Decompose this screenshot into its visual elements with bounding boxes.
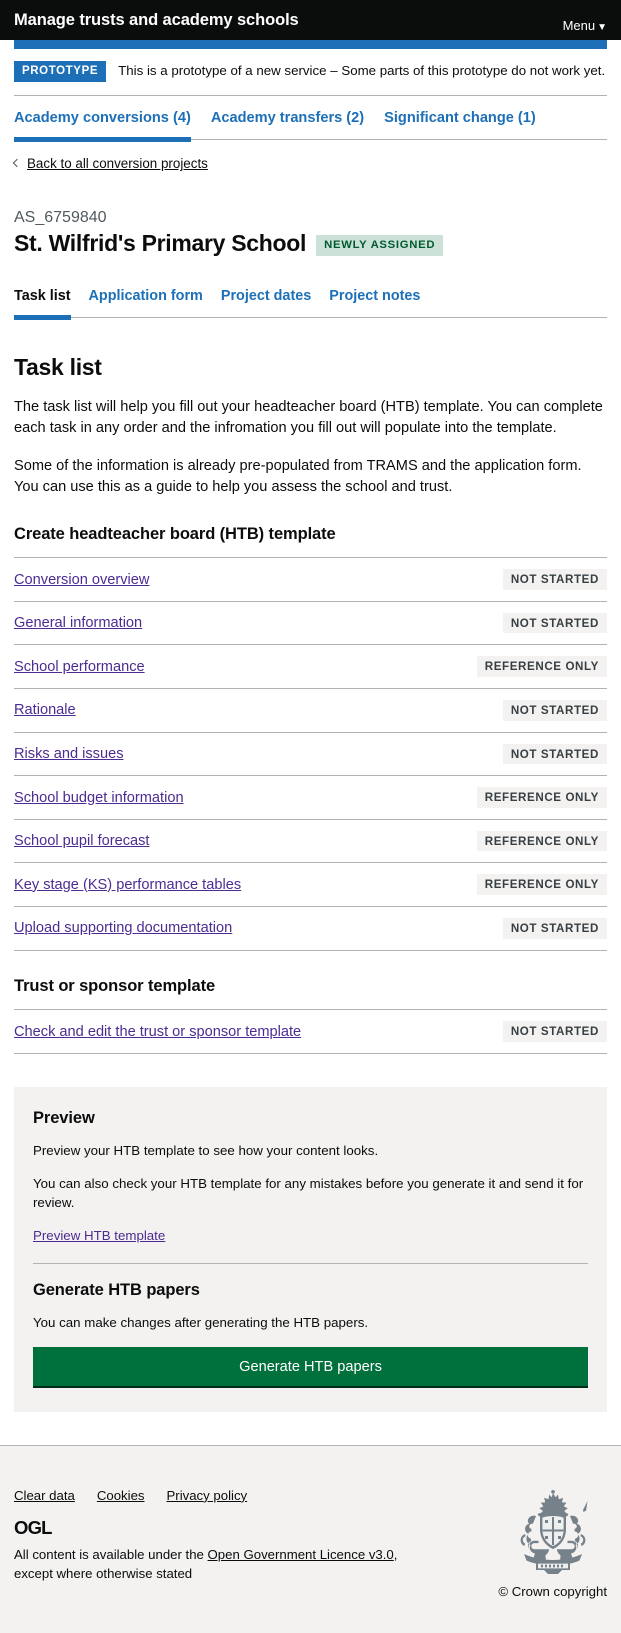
footer-left-column: Clear data Cookies Privacy policy OGL Al… — [14, 1488, 484, 1583]
phase-banner: PROTOTYPE This is a prototype of a new s… — [14, 49, 607, 96]
phase-banner-text: This is a prototype of a new service – S… — [118, 63, 606, 79]
task-link-risks-and-issues[interactable]: Risks and issues — [14, 746, 124, 762]
back-link-row: Back to all conversion projects — [12, 140, 607, 172]
chevron-left-icon — [12, 158, 22, 167]
intro-paragraph-1: The task list will help you fill out you… — [14, 399, 603, 437]
footer-licence-text: All content is available under the Open … — [14, 1546, 434, 1583]
blue-accent-strip — [14, 40, 607, 49]
project-tabs: Task list Application form Project dates… — [14, 288, 607, 321]
table-row: School performance REFERENCE ONLY — [14, 645, 607, 690]
preview-heading: Preview — [33, 1108, 95, 1127]
blue-accent-strip-wrapper — [0, 40, 621, 49]
crown-copyright-label: © Crown copyright — [498, 1583, 607, 1599]
trust-section-heading: Trust or sponsor template — [14, 976, 216, 995]
status-badge: NOT STARTED — [502, 700, 607, 721]
status-badge: NOT STARTED — [502, 569, 607, 590]
licence-prefix: All content is available under the — [14, 1547, 208, 1563]
service-name: Manage trusts and academy schools — [14, 10, 299, 29]
task-list-heading: Task list — [14, 354, 102, 381]
generate-heading: Generate HTB papers — [33, 1280, 200, 1299]
generate-paragraph: You can make changes after generating th… — [33, 1314, 369, 1330]
chevron-down-icon: ▼ — [597, 21, 607, 33]
task-link-conversion-overview[interactable]: Conversion overview — [14, 572, 149, 588]
status-badge: REFERENCE ONLY — [476, 874, 607, 896]
status-badge: REFERENCE ONLY — [476, 787, 607, 808]
table-row: Check and edit the trust or sponsor temp… — [14, 1010, 607, 1054]
intro-paragraph-2: Some of the information is already pre-p… — [14, 458, 582, 496]
status-badge: NOT STARTED — [502, 1021, 607, 1042]
preview-htb-template-link[interactable]: Preview HTB template — [33, 1228, 165, 1243]
task-link-rationale[interactable]: Rationale — [14, 702, 76, 718]
table-row: School pupil forecast REFERENCE ONLY — [14, 820, 607, 864]
open-government-licence-link[interactable]: Open Government Licence v3.0 — [208, 1547, 394, 1562]
preview-paragraph-1: Preview your HTB template to see how you… — [33, 1142, 379, 1158]
task-link-upload-supporting-documentation[interactable]: Upload supporting documentation — [14, 920, 232, 936]
status-badge: NEWLY ASSIGNED — [316, 235, 444, 256]
htb-section-heading: Create headteacher board (HTB) template — [14, 524, 336, 543]
task-link-key-stage-performance-tables[interactable]: Key stage (KS) performance tables — [14, 877, 241, 893]
tab-project-notes[interactable]: Project notes — [329, 288, 420, 320]
task-link-check-and-edit-trust-template[interactable]: Check and edit the trust or sponsor temp… — [14, 1024, 301, 1040]
trust-task-list: Check and edit the trust or sponsor temp… — [14, 1009, 607, 1054]
global-header: Manage trusts and academy schools Menu ▼ — [0, 0, 621, 40]
htb-task-list: Conversion overview NOT STARTED General … — [14, 557, 607, 951]
task-link-school-pupil-forecast[interactable]: School pupil forecast — [14, 833, 149, 849]
table-row: Conversion overview NOT STARTED — [14, 558, 607, 602]
project-reference: AS_6759840 — [14, 208, 107, 226]
table-row: Key stage (KS) performance tables REFERE… — [14, 863, 607, 908]
status-badge: REFERENCE ONLY — [476, 830, 607, 852]
footer-right-column: © Crown copyright — [498, 1488, 607, 1599]
table-row: School budget information REFERENCE ONLY — [14, 776, 607, 820]
tab-project-dates[interactable]: Project dates — [221, 288, 311, 320]
status-badge: REFERENCE ONLY — [476, 656, 607, 678]
task-link-general-information[interactable]: General information — [14, 615, 142, 631]
table-row: Upload supporting documentation NOT STAR… — [14, 907, 607, 951]
preview-panel: Preview Preview your HTB template to see… — [14, 1086, 607, 1412]
back-to-all-conversion-projects-link[interactable]: Back to all conversion projects — [12, 156, 208, 172]
ogl-logo: OGL — [14, 1516, 52, 1538]
panel-divider — [33, 1262, 588, 1264]
primary-navigation: Academy conversions (4) Academy transfer… — [14, 96, 607, 142]
tab-task-list[interactable]: Task list — [14, 288, 71, 321]
primary-nav-item-academy-transfers[interactable]: Academy transfers (2) — [211, 110, 364, 142]
footer-links: Clear data Cookies Privacy policy — [14, 1488, 484, 1503]
back-link-label: Back to all conversion projects — [27, 156, 208, 172]
task-link-school-budget-information[interactable]: School budget information — [14, 790, 184, 806]
royal-coat-of-arms-icon — [520, 1489, 588, 1574]
page-title: St. Wilfrid's Primary School — [14, 229, 307, 256]
table-row: General information NOT STARTED — [14, 602, 607, 646]
menu-label: Menu — [562, 17, 596, 33]
preview-paragraph-2: You can also check your HTB template for… — [33, 1176, 584, 1211]
primary-nav-item-academy-conversions[interactable]: Academy conversions (4) — [14, 110, 191, 142]
primary-nav-item-significant-change[interactable]: Significant change (1) — [384, 110, 536, 142]
status-badge: NOT STARTED — [502, 918, 607, 939]
menu-button[interactable]: Menu ▼ — [563, 8, 607, 33]
page-footer: Clear data Cookies Privacy policy OGL Al… — [0, 1444, 621, 1633]
phase-tag: PROTOTYPE — [14, 61, 107, 82]
generate-htb-papers-button[interactable]: Generate HTB papers — [33, 1346, 588, 1388]
tab-application-form[interactable]: Application form — [89, 288, 203, 320]
table-row: Rationale NOT STARTED — [14, 689, 607, 733]
status-badge: NOT STARTED — [502, 743, 607, 765]
status-badge: NOT STARTED — [502, 612, 607, 634]
project-title-row: St. Wilfrid's Primary School NEWLY ASSIG… — [14, 230, 607, 258]
footer-link-clear-data[interactable]: Clear data — [14, 1488, 75, 1503]
task-link-school-performance[interactable]: School performance — [14, 659, 145, 675]
table-row: Risks and issues NOT STARTED — [14, 733, 607, 777]
footer-link-cookies[interactable]: Cookies — [97, 1488, 145, 1503]
footer-link-privacy-policy[interactable]: Privacy policy — [167, 1488, 248, 1503]
